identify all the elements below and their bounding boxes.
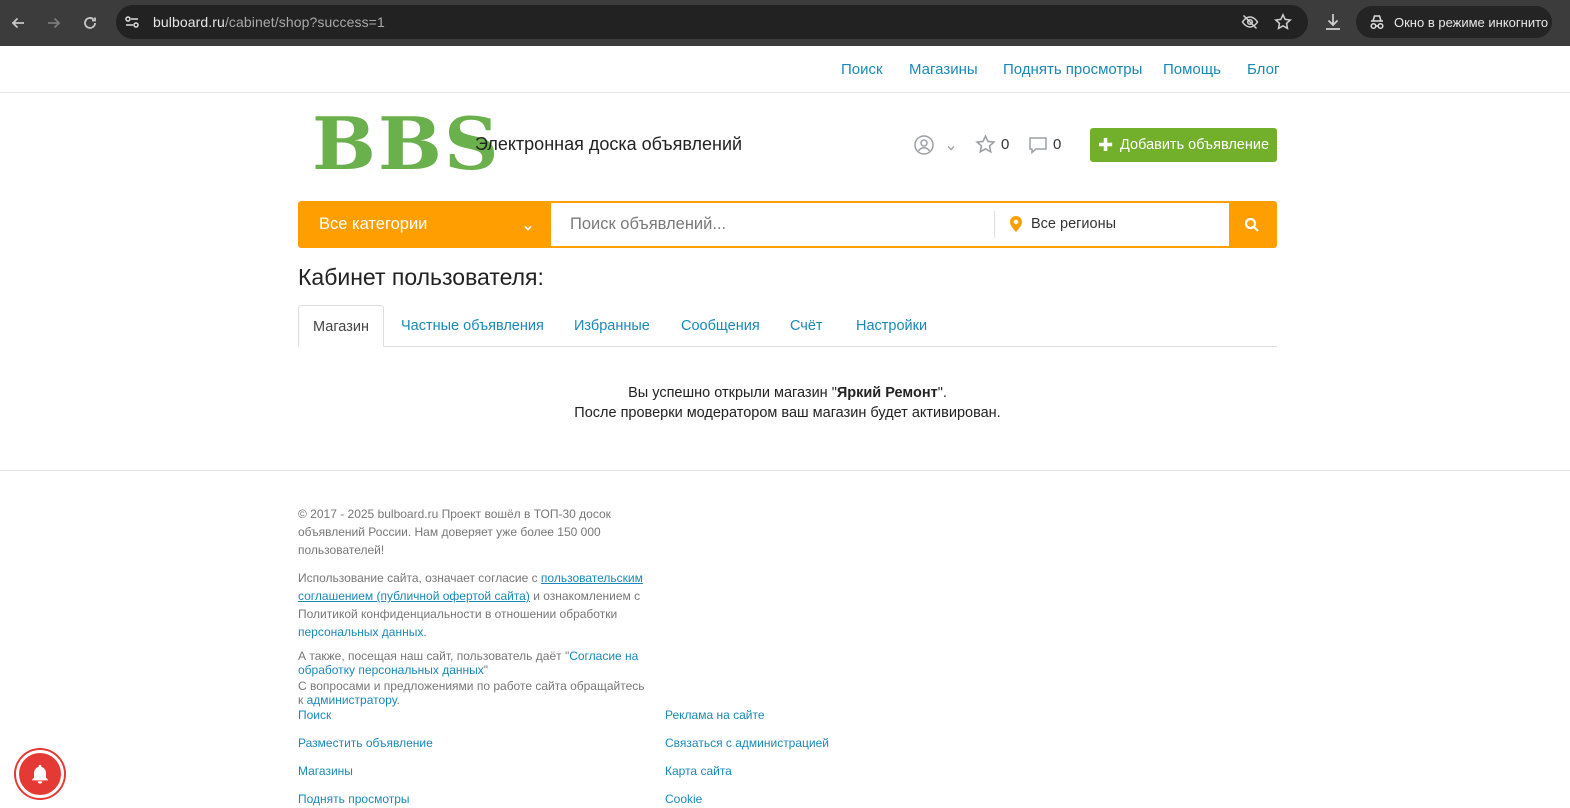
search-icon: [1244, 217, 1259, 232]
region-select[interactable]: Все регионы: [1010, 216, 1116, 232]
user-profile-icon[interactable]: [913, 134, 935, 156]
search-divider: [994, 211, 995, 238]
tab-messages[interactable]: Сообщения: [681, 305, 760, 347]
chevron-down-icon[interactable]: [946, 140, 956, 151]
footer-divider: [0, 470, 1570, 471]
toplink-help[interactable]: Помощь: [1163, 61, 1221, 78]
site-info-icon[interactable]: [124, 14, 140, 30]
search-input[interactable]: Поиск объявлений...: [570, 215, 726, 234]
site-logo[interactable]: BBS: [312, 106, 501, 182]
eye-off-icon[interactable]: [1241, 13, 1259, 31]
footer-link-search[interactable]: Поиск: [298, 708, 331, 722]
tab-settings[interactable]: Настройки: [856, 305, 927, 347]
success-line-1: Вы успешно открыли магазин "Яркий Ремонт…: [628, 385, 947, 401]
footer-terms-text: Использование сайта, означает согласие с…: [298, 571, 643, 639]
messages-chat-icon[interactable]: [1028, 135, 1048, 155]
back-arrow-icon[interactable]: [6, 11, 30, 35]
chevron-down-icon: [523, 219, 533, 231]
browser-toolbar: bulboard.ru/cabinet/shop?success=1 Окно …: [0, 0, 1570, 46]
tab-private-listings[interactable]: Частные объявления: [401, 305, 544, 347]
reload-icon[interactable]: [78, 11, 102, 35]
bell-icon: [32, 764, 48, 784]
footer-link-cookie[interactable]: Cookie: [665, 792, 702, 806]
region-label: Все регионы: [1031, 216, 1117, 232]
search-button[interactable]: [1229, 203, 1275, 246]
incognito-icon: [1370, 15, 1384, 30]
footer-link-advertising[interactable]: Реклама на сайте: [665, 708, 765, 722]
tab-account[interactable]: Счёт: [790, 305, 823, 347]
messages-count[interactable]: 0: [1053, 136, 1061, 153]
address-bar[interactable]: bulboard.ru/cabinet/shop?success=1: [116, 5, 1308, 39]
admin-link[interactable]: администратору: [307, 693, 397, 707]
toplink-boost-views[interactable]: Поднять просмотры: [1003, 61, 1142, 78]
download-icon[interactable]: [1322, 11, 1344, 33]
toplink-blog[interactable]: Блог: [1247, 61, 1279, 78]
incognito-indicator[interactable]: Окно в режиме инкогнито: [1356, 6, 1552, 38]
site-tagline: Электронная доска объявлений: [475, 134, 743, 154]
add-listing-button[interactable]: ✚ Добавить объявление: [1090, 128, 1277, 162]
footer-link-contact-admin[interactable]: Связаться с администрацией: [665, 736, 829, 750]
toplink-shops[interactable]: Магазины: [909, 61, 978, 78]
cabinet-tabs: Магазин Частные объявления Избранные Соо…: [298, 305, 1277, 347]
shop-name: Яркий Ремонт: [836, 385, 938, 401]
success-line-2: После проверки модератором ваш магазин б…: [574, 405, 1001, 421]
location-pin-icon: [1010, 216, 1022, 232]
search-bar: Все категории Поиск объявлений... Все ре…: [298, 201, 1277, 248]
footer-link-post-ad[interactable]: Разместить объявление: [298, 736, 433, 750]
star-bookmark-icon[interactable]: [1274, 13, 1292, 31]
footer-link-sitemap[interactable]: Карта сайта: [665, 764, 732, 778]
category-select[interactable]: Все категории: [300, 203, 551, 246]
add-listing-label: Добавить объявление: [1120, 137, 1270, 153]
top-navigation: Поиск Магазины Поднять просмотры Помощь …: [0, 46, 1570, 93]
footer-copyright: © 2017 - 2025 bulboard.ru Проект вошёл в…: [298, 507, 611, 557]
page-title: Кабинет пользователя:: [298, 264, 544, 290]
incognito-label: Окно в режиме инкогнито: [1394, 14, 1549, 30]
favorites-count[interactable]: 0: [1001, 136, 1009, 153]
category-label: Все категории: [319, 215, 428, 233]
success-message: Вы успешно открыли магазин "Яркий Ремонт…: [298, 383, 1277, 423]
forward-arrow-icon[interactable]: [42, 11, 66, 35]
tab-favorites[interactable]: Избранные: [574, 305, 650, 347]
footer-consent-text: А также, посещая наш сайт, пользователь …: [298, 649, 639, 677]
favorites-star-icon[interactable]: [975, 134, 996, 155]
footer-link-shops[interactable]: Магазины: [298, 764, 353, 778]
toplink-search[interactable]: Поиск: [841, 61, 883, 78]
tab-shop[interactable]: Магазин: [298, 305, 384, 347]
notification-bell-button[interactable]: [16, 750, 64, 798]
personal-data-link[interactable]: персональных данных: [298, 625, 423, 639]
url-text[interactable]: bulboard.ru/cabinet/shop?success=1: [153, 14, 385, 30]
plus-icon: ✚: [1097, 135, 1114, 155]
footer-link-boost-views[interactable]: Поднять просмотры: [298, 792, 410, 806]
footer-contact-text: С вопросами и предложениями по работе са…: [298, 679, 645, 707]
